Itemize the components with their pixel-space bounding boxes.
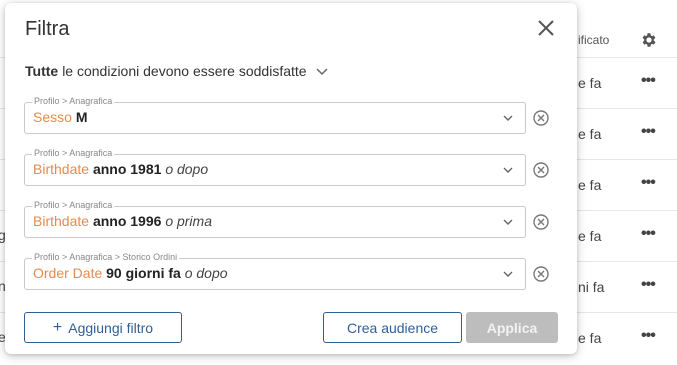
filter-modifier: o dopo (184, 265, 228, 281)
filter-field: Birthdate (33, 213, 90, 229)
column-header-modified[interactable]: ificato (578, 33, 609, 47)
chevron-down-icon (316, 68, 328, 76)
row-modified-text: e fa (578, 126, 602, 142)
filter-path: Profilo > Anagrafica > Storico Ordini (32, 252, 180, 263)
row-modified-text: ni fa (578, 279, 605, 295)
more-options-icon[interactable]: ••• (641, 174, 656, 192)
remove-filter-icon[interactable] (532, 265, 550, 283)
more-options-icon[interactable]: ••• (641, 276, 656, 294)
condition-text: le condizioni devono essere soddisfatte (62, 63, 307, 79)
filter-value: 90 giorni fa (106, 265, 181, 281)
more-options-icon[interactable]: ••• (641, 72, 656, 90)
remove-filter-icon[interactable] (532, 161, 550, 179)
row-modified-text: e fa (578, 75, 602, 91)
chevron-down-icon[interactable] (501, 215, 515, 229)
chevron-down-icon[interactable] (501, 111, 515, 125)
condition-selector[interactable]: Tutte le condizioni devono essere soddis… (25, 63, 329, 79)
filter-value: anno 1996 (92, 213, 162, 229)
add-filter-button[interactable]: + Aggiungi filtro (24, 312, 182, 343)
filter-row[interactable]: Profilo > Anagrafica Sesso M (24, 96, 526, 134)
filter-path: Profilo > Anagrafica (32, 148, 115, 159)
filter-row[interactable]: Profilo > Anagrafica > Storico Ordini Or… (24, 252, 526, 290)
filter-value-text: Sesso M (33, 109, 87, 125)
row-modified-text: e fa (578, 330, 602, 346)
filter-path: Profilo > Anagrafica (32, 96, 115, 107)
create-audience-button[interactable]: Crea audience (323, 312, 462, 343)
dialog-title: Filtra (25, 18, 70, 40)
chevron-down-icon[interactable] (501, 267, 515, 281)
filter-value-text: Order Date 90 giorni fa o dopo (33, 265, 228, 281)
filter-modifier: o dopo (165, 161, 209, 177)
filter-field: Sesso (33, 109, 72, 125)
filter-value: anno 1981 (92, 161, 162, 177)
filter-row[interactable]: Profilo > Anagrafica Birthdate anno 1981… (24, 148, 526, 186)
remove-filter-icon[interactable] (532, 213, 550, 231)
close-icon[interactable] (535, 17, 557, 39)
condition-mode: Tutte (25, 63, 59, 79)
filter-field: Birthdate (33, 161, 90, 177)
filter-row[interactable]: Profilo > Anagrafica Birthdate anno 1996… (24, 200, 526, 238)
add-filter-label: Aggiungi filtro (68, 319, 154, 336)
chevron-down-icon[interactable] (501, 163, 515, 177)
more-options-icon[interactable]: ••• (641, 327, 656, 345)
more-options-icon[interactable]: ••• (641, 123, 656, 141)
filter-field: Order Date (33, 265, 103, 281)
remove-filter-icon[interactable] (532, 109, 550, 127)
more-options-icon[interactable]: ••• (641, 225, 656, 243)
filter-modifier: o prima (165, 213, 212, 229)
row-modified-text: e fa (578, 177, 602, 193)
row-modified-text: e fa (578, 228, 602, 244)
filter-dialog: Filtra Tutte le condizioni devono essere… (5, 3, 577, 354)
filter-value-text: Birthdate anno 1996 o prima (33, 213, 212, 229)
apply-button[interactable]: Applica (466, 312, 558, 343)
filter-value: M (75, 109, 88, 125)
plus-icon: + (52, 318, 63, 336)
gear-icon[interactable] (640, 31, 658, 49)
filter-path: Profilo > Anagrafica (32, 200, 115, 211)
filter-value-text: Birthdate anno 1981 o dopo (33, 161, 208, 177)
